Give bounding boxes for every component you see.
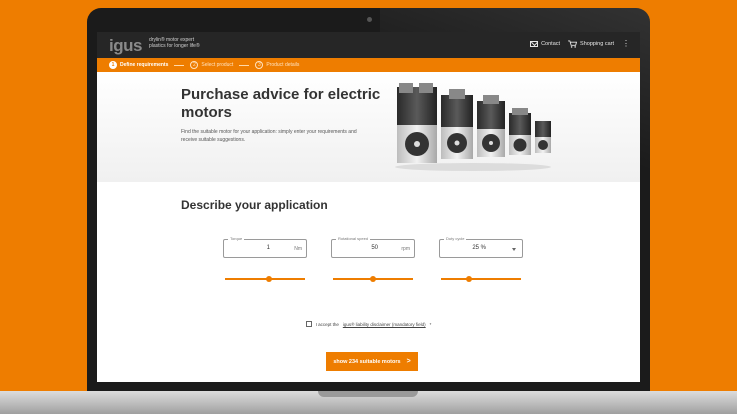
disclaimer-link[interactable]: igus® liability disclaimer (mandatory fi… xyxy=(343,322,426,327)
consent-prefix: I accept the xyxy=(315,321,339,327)
step-separator xyxy=(239,64,250,66)
step-number: 3 xyxy=(255,61,264,69)
field-label: Duty cycle xyxy=(444,236,467,241)
chevron-right-icon: > xyxy=(406,358,411,365)
tagline: drylin® motor expert plastics for longer… xyxy=(149,37,200,49)
app-screen: igus drylin® motor expert plastics for l… xyxy=(97,32,640,382)
slider-track xyxy=(441,278,521,280)
step-number: 2 xyxy=(190,61,199,69)
field-unit: rpm xyxy=(401,246,410,252)
igus-logo[interactable]: igus xyxy=(109,36,142,56)
duty-cycle-select[interactable]: Duty cycle 25 % xyxy=(439,236,523,258)
tagline-line-2: plastics for longer life® xyxy=(149,43,200,49)
webcam xyxy=(367,17,372,22)
laptop-base xyxy=(0,391,737,414)
consent-required-mark: * xyxy=(429,321,432,327)
hero-section: Purchase advice for electric motors Find… xyxy=(97,72,640,182)
field-value: 25 % xyxy=(472,245,486,251)
more-menu-icon[interactable]: ⋮ xyxy=(622,40,630,48)
laptop-notch xyxy=(318,391,418,397)
field-unit: Nm xyxy=(294,246,302,252)
duty-cycle-slider[interactable] xyxy=(441,276,521,282)
rotational-speed-field[interactable]: Rotational speed 50 rpm xyxy=(331,236,415,258)
page-title: Purchase advice for electric motors xyxy=(181,86,381,121)
torque-field[interactable]: Torque 1 Nm xyxy=(223,236,307,258)
cta-label: show 234 suitable motors xyxy=(333,358,401,365)
step-product-details[interactable]: 3 Product details xyxy=(255,61,299,69)
contact-label: Contact xyxy=(541,41,561,47)
shopping-cart-link[interactable]: Shopping cart xyxy=(568,40,614,48)
show-suitable-motors-button[interactable]: show 234 suitable motors > xyxy=(326,352,418,371)
step-label: Select product xyxy=(201,62,234,68)
slider-thumb[interactable] xyxy=(266,276,272,282)
section-title: Describe your application xyxy=(181,198,328,212)
disclaimer-consent: I accept the igus® liability disclaimer … xyxy=(97,321,640,327)
header-actions: Contact Shopping cart ⋮ xyxy=(530,40,630,48)
step-number: 1 xyxy=(109,61,117,69)
field-value: 50 xyxy=(371,245,378,251)
field-label: Rotational speed xyxy=(336,236,371,241)
torque-slider[interactable] xyxy=(225,276,305,282)
slider-thumb[interactable] xyxy=(466,276,472,282)
field-label: Torque xyxy=(228,236,245,241)
hero-description: Find the suitable motor for your applica… xyxy=(181,129,357,143)
chevron-down-icon xyxy=(512,248,516,251)
consent-checkbox[interactable] xyxy=(305,321,312,327)
rotational-speed-slider[interactable] xyxy=(333,276,413,282)
field-value: 1 xyxy=(266,245,270,251)
motors-product-image xyxy=(395,83,551,171)
app-header: igus drylin® motor expert plastics for l… xyxy=(97,32,640,58)
mail-icon xyxy=(530,41,539,47)
step-define-requirements[interactable]: 1 Define requirements xyxy=(109,61,168,69)
laptop-lid: igus drylin® motor expert plastics for l… xyxy=(87,8,650,392)
progress-steps: 1 Define requirements 2 Select product 3… xyxy=(97,58,640,72)
slider-thumb[interactable] xyxy=(370,276,376,282)
step-select-product[interactable]: 2 Select product xyxy=(190,61,233,69)
cart-label: Shopping cart xyxy=(580,41,614,47)
step-label: Product details xyxy=(266,62,300,68)
cart-icon xyxy=(568,40,578,48)
slider-track xyxy=(225,278,305,280)
step-label: Define requirements xyxy=(120,62,169,68)
contact-link[interactable]: Contact xyxy=(530,41,560,47)
step-separator xyxy=(174,64,185,66)
